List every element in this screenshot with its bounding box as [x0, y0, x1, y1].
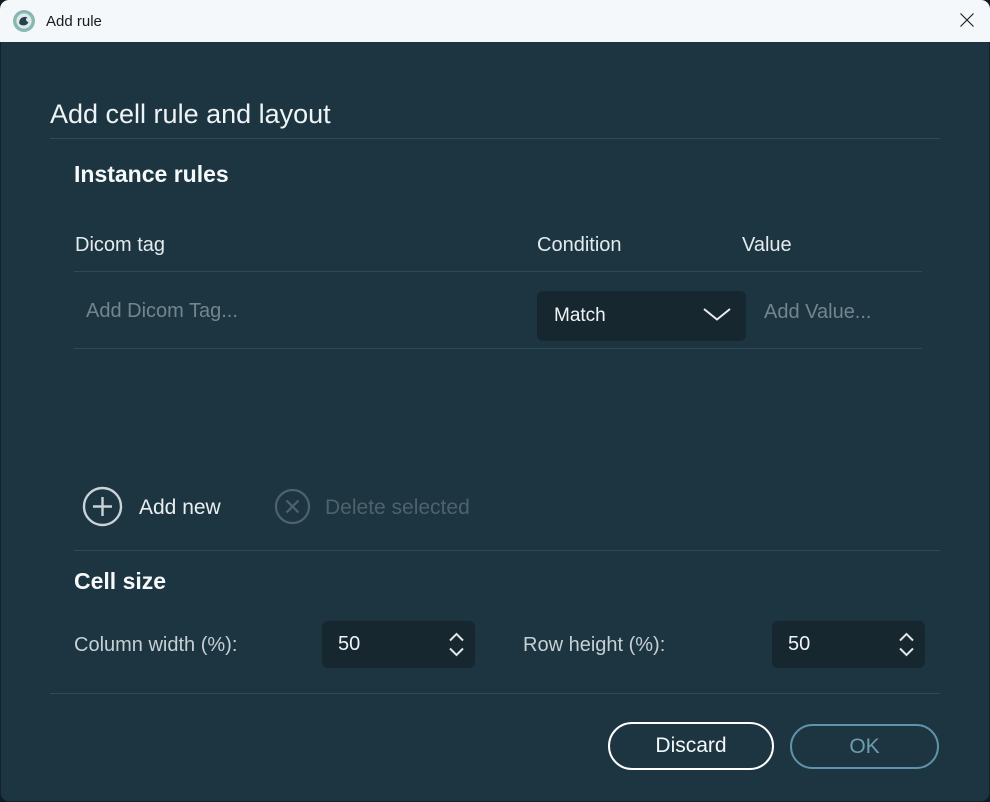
column-width-input[interactable] [336, 632, 448, 657]
dicom-tag-input[interactable] [84, 290, 468, 332]
column-header-dicom-tag: Dicom tag [75, 234, 165, 257]
column-header-value: Value [742, 234, 792, 257]
value-input[interactable] [762, 291, 916, 333]
add-new-button[interactable]: Add new [82, 486, 221, 530]
discard-button[interactable]: Discard [608, 722, 774, 770]
spin-down-button[interactable] [898, 647, 915, 657]
close-icon [959, 12, 975, 31]
chevron-down-icon [702, 306, 732, 327]
chevron-down-icon [898, 645, 915, 660]
row-height-label: Row height (%): [523, 634, 665, 657]
divider [74, 271, 922, 272]
spin-up-button[interactable] [898, 632, 915, 642]
chevron-up-icon [448, 630, 465, 645]
x-circle-icon [274, 488, 311, 528]
ok-button[interactable]: OK [790, 724, 939, 769]
plus-circle-icon [82, 486, 123, 530]
add-new-label: Add new [139, 496, 221, 520]
window-title: Add rule [46, 13, 102, 30]
condition-dropdown-value: Match [554, 305, 702, 327]
app-logo-icon [12, 9, 36, 33]
divider [74, 550, 940, 551]
add-rule-dialog: Add rule Add cell rule and layout Instan… [0, 0, 990, 802]
chevron-down-icon [448, 645, 465, 660]
instance-rules-title: Instance rules [74, 161, 229, 188]
divider [74, 348, 922, 349]
close-button[interactable] [944, 0, 990, 42]
divider [50, 138, 940, 139]
spin-up-button[interactable] [448, 632, 465, 642]
column-header-condition: Condition [537, 234, 622, 257]
cell-size-title: Cell size [74, 568, 166, 595]
dialog-body: Add cell rule and layout Instance rules … [0, 42, 990, 802]
delete-selected-button[interactable]: Delete selected [274, 488, 470, 528]
chevron-up-icon [898, 630, 915, 645]
column-width-label: Column width (%): [74, 634, 237, 657]
spin-down-button[interactable] [448, 647, 465, 657]
column-width-spinner [322, 621, 475, 668]
dialog-heading: Add cell rule and layout [50, 99, 331, 130]
title-bar[interactable]: Add rule [0, 0, 990, 42]
row-height-input[interactable] [786, 632, 898, 657]
delete-selected-label: Delete selected [325, 496, 470, 520]
divider [50, 693, 940, 694]
row-height-spinner [772, 621, 925, 668]
condition-dropdown[interactable]: Match [537, 291, 746, 341]
